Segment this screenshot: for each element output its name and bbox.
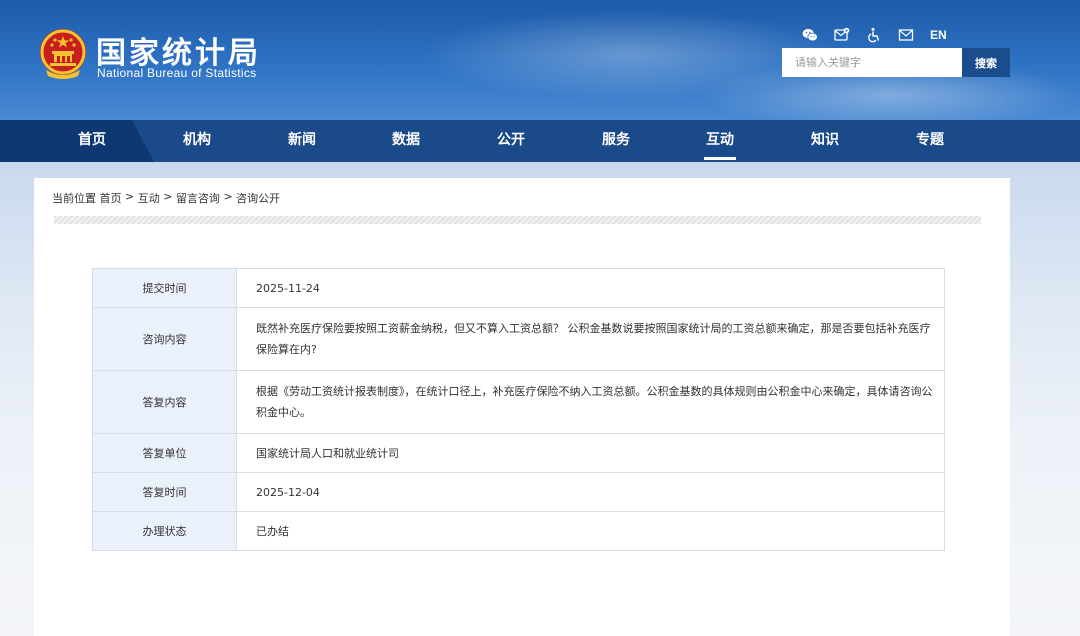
- national-emblem-icon[interactable]: [38, 28, 88, 80]
- breadcrumb: 当前位置 首页 > 互动 > 留言咨询 > 咨询公开: [52, 190, 280, 206]
- breadcrumb-separator: >: [223, 190, 233, 203]
- nav-label: 互动: [706, 132, 734, 148]
- striped-divider: [54, 216, 981, 224]
- breadcrumb-item-interaction[interactable]: 互动: [138, 190, 160, 206]
- breadcrumb-item-message-consult[interactable]: 留言咨询: [176, 190, 220, 206]
- nav-item-topics[interactable]: 专题: [880, 120, 980, 162]
- breadcrumb-item-home[interactable]: 首页: [100, 190, 122, 206]
- nav-item-home[interactable]: 首页: [42, 120, 142, 162]
- breadcrumb-separator: >: [125, 190, 135, 203]
- nav-item-interaction[interactable]: 互动: [670, 120, 770, 162]
- nav-label: 服务: [602, 132, 630, 148]
- table-row: 提交时间 2025-11-24: [92, 268, 945, 308]
- wechat-icon[interactable]: [802, 27, 818, 43]
- breadcrumb-item-consult-public[interactable]: 咨询公开: [236, 190, 280, 206]
- content-card: 当前位置 首页 > 互动 > 留言咨询 > 咨询公开 提交时间 2025-11-…: [34, 178, 1010, 636]
- nav-item-news[interactable]: 新闻: [252, 120, 352, 162]
- nav-item-organization[interactable]: 机构: [147, 120, 247, 162]
- table-row: 答复内容 根据《劳动工资统计报表制度》，在统计口径上，补充医疗保险不纳入工资总额…: [92, 370, 945, 434]
- row-label-reply-unit: 答复单位: [92, 433, 237, 473]
- row-value-consult-content: 既然补充医疗保险要按照工资薪金纳税，但又不算入工资总额？ 公积金基数说要按照国家…: [236, 307, 945, 371]
- table-row: 答复单位 国家统计局人口和就业统计司: [92, 433, 945, 473]
- site-subtitle: National Bureau of Statistics: [97, 66, 257, 80]
- search-button[interactable]: 搜索: [962, 48, 1010, 77]
- row-value-reply-time: 2025-12-04: [236, 472, 945, 512]
- row-value-status: 已办结: [236, 511, 945, 551]
- site-header: 国家统计局 National Bureau of Statistics EN 请…: [0, 0, 1080, 120]
- search-input[interactable]: [782, 48, 962, 77]
- english-link[interactable]: EN: [930, 28, 947, 42]
- row-label-reply-content: 答复内容: [92, 370, 237, 434]
- nav-label: 专题: [916, 132, 944, 148]
- row-label-submit-time: 提交时间: [92, 268, 237, 308]
- nav-label: 公开: [497, 132, 525, 148]
- row-value-submit-time: 2025-11-24: [236, 268, 945, 308]
- row-label-reply-time: 答复时间: [92, 472, 237, 512]
- table-row: 答复时间 2025-12-04: [92, 472, 945, 512]
- nav-item-service[interactable]: 服务: [566, 120, 666, 162]
- nav-label: 机构: [183, 132, 211, 148]
- breadcrumb-prefix: 当前位置: [52, 192, 96, 205]
- main-nav: 首页 机构 新闻 数据 公开 服务 互动 知识 专题: [0, 120, 1080, 162]
- table-row: 办理状态 已办结: [92, 511, 945, 551]
- row-value-reply-unit: 国家统计局人口和就业统计司: [236, 433, 945, 473]
- consultation-detail-table: 提交时间 2025-11-24 咨询内容 既然补充医疗保险要按照工资薪金纳税，但…: [92, 268, 945, 551]
- row-label-status: 办理状态: [92, 511, 237, 551]
- nav-item-data[interactable]: 数据: [356, 120, 456, 162]
- mail-icon[interactable]: [898, 27, 914, 43]
- top-toolbar: EN: [802, 26, 947, 44]
- nav-item-public[interactable]: 公开: [461, 120, 561, 162]
- accessibility-icon[interactable]: [866, 27, 882, 43]
- active-nav-underline: [704, 157, 736, 160]
- nav-label: 数据: [392, 132, 420, 148]
- breadcrumb-separator: >: [163, 190, 173, 203]
- nav-label: 首页: [78, 132, 106, 148]
- nav-item-knowledge[interactable]: 知识: [775, 120, 875, 162]
- row-label-consult-content: 咨询内容: [92, 307, 237, 371]
- nav-label: 新闻: [288, 132, 316, 148]
- table-row: 咨询内容 既然补充医疗保险要按照工资薪金纳税，但又不算入工资总额？ 公积金基数说…: [92, 307, 945, 371]
- weibo-icon[interactable]: [834, 27, 850, 43]
- row-value-reply-content: 根据《劳动工资统计报表制度》，在统计口径上，补充医疗保险不纳入工资总额。公积金基…: [236, 370, 945, 434]
- nav-label: 知识: [811, 132, 839, 148]
